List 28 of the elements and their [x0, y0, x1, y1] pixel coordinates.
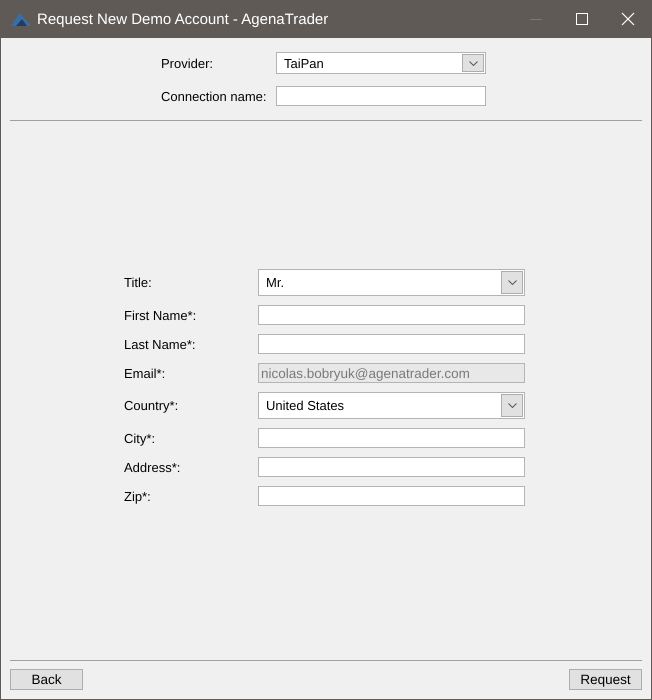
chevron-down-icon	[468, 60, 478, 66]
field-label: Provider:	[161, 56, 214, 70]
input-field[interactable]	[258, 305, 525, 325]
dropdown[interactable]: TaiPan	[276, 52, 486, 74]
window-title: Request New Demo Account - AgenaTrader	[37, 10, 330, 28]
field-label: Address*:	[124, 460, 182, 474]
field-label: Last Name*:	[124, 336, 197, 352]
field-label: Country*:	[124, 398, 180, 413]
back-button[interactable]: Back	[10, 669, 83, 690]
field-label: Title:	[124, 275, 153, 290]
field-label: Email*:	[124, 366, 166, 380]
input-field[interactable]	[276, 86, 486, 106]
input-field[interactable]	[258, 334, 525, 354]
dropdown[interactable]: United States	[258, 392, 525, 419]
chevron-down-icon	[508, 403, 516, 408]
maximize-icon	[576, 13, 588, 25]
field-label: City*:	[124, 430, 156, 446]
app-logo-icon	[11, 11, 31, 27]
field-label: Zip*:	[124, 488, 152, 504]
dropdown[interactable]: Mr.	[258, 269, 525, 296]
field-label: Connection name:	[161, 88, 268, 104]
input-field[interactable]	[258, 486, 525, 506]
request-button[interactable]: Request	[569, 669, 642, 690]
close-icon	[621, 12, 635, 26]
input-field[interactable]	[258, 428, 525, 448]
field-label: First Name*:	[124, 308, 198, 322]
input-field[interactable]	[258, 457, 525, 477]
chevron-down-icon	[508, 280, 516, 285]
